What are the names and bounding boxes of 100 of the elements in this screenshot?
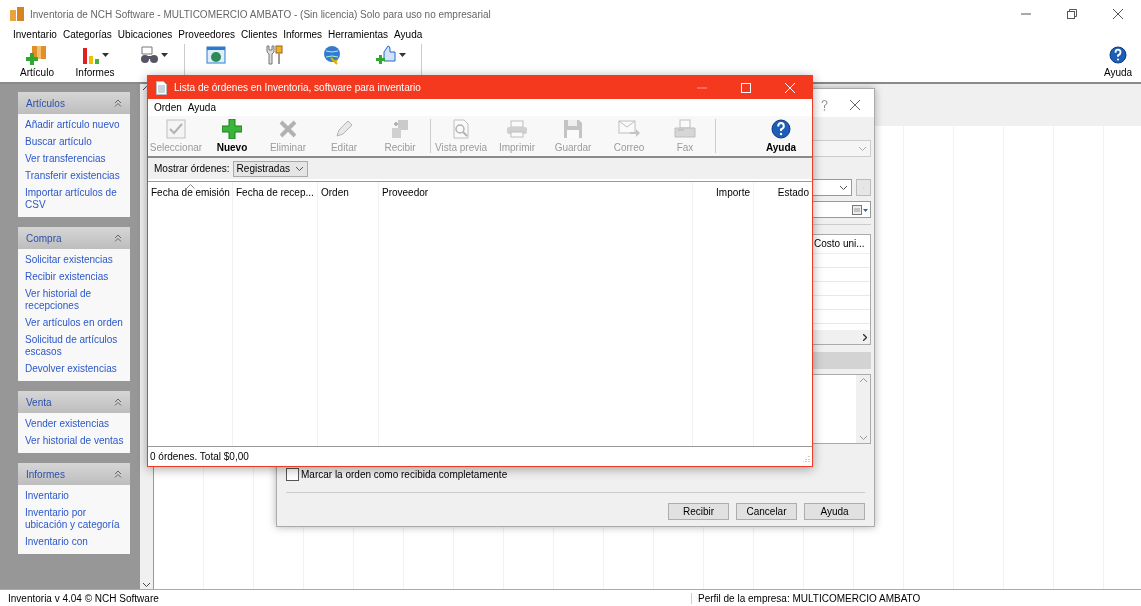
column-header[interactable]: Fecha de recep... <box>233 182 317 202</box>
date-field[interactable] <box>812 201 871 218</box>
boxes-icon <box>10 7 24 21</box>
sidebar-link[interactable]: Transferir existencias <box>25 170 125 182</box>
company-profile: Perfil de la empresa: MULTICOMERCIO AMBATO <box>691 592 921 604</box>
panel-title: Artículos <box>26 97 65 109</box>
filter-label: Mostrar órdenes: <box>154 163 230 174</box>
binoculars-icon <box>138 46 159 64</box>
sidebar-link[interactable]: Inventario por ubicación y categoría <box>25 507 125 531</box>
double-chevron-up-icon <box>114 470 122 478</box>
sidebar-link[interactable]: Ver historial de recepciones <box>25 288 125 312</box>
column-header[interactable]: Orden <box>318 182 378 202</box>
dialog-button[interactable]: Recibir <box>668 503 729 520</box>
dropdown[interactable] <box>812 179 852 196</box>
close-icon <box>785 82 795 93</box>
double-chevron-up-icon <box>114 398 122 406</box>
scroll-right-icon <box>863 333 867 341</box>
chevron-down-icon <box>858 145 867 152</box>
help-button[interactable]: Ayuda <box>1095 42 1141 82</box>
help-icon <box>771 119 791 139</box>
chevron-down-icon <box>839 184 848 191</box>
document-icon <box>156 80 167 95</box>
dropdown[interactable] <box>812 140 871 157</box>
thumbs-up-plus-icon <box>374 45 397 65</box>
menu-item[interactable]: Ayuda <box>391 28 426 42</box>
sidebar-link[interactable]: Solicitar existencias <box>25 254 125 266</box>
box-plus-icon <box>26 45 48 65</box>
sidebar-link[interactable]: Inventario con <box>25 536 125 548</box>
collapse-toggle[interactable] <box>114 470 122 478</box>
toolbar-button[interactable]: Nuevo <box>204 116 260 156</box>
menu-item[interactable]: Clientes <box>238 28 281 42</box>
fax-machine-icon <box>674 119 696 139</box>
sidebar-link[interactable]: Devolver existencias <box>25 363 125 375</box>
window-title: Inventoria de NCH Software - MULTICOMERCIO AMBATO - (Sin licencia) Solo para uso no empresarial <box>30 8 491 20</box>
caret-icon <box>160 53 168 57</box>
toolbar-button[interactable]: Artículo <box>8 42 66 82</box>
checkbox-label: Marcar la orden como recibida completamente <box>301 469 508 480</box>
collapse-toggle[interactable] <box>114 234 122 242</box>
globe-key-icon <box>322 45 342 65</box>
menu-item[interactable]: Orden <box>151 100 185 115</box>
toolbar-button[interactable]: Informes <box>66 42 124 82</box>
chevron-down-icon <box>294 165 304 172</box>
section-bar <box>812 352 871 369</box>
scroll-up-icon <box>143 86 150 90</box>
checkbox-icon <box>166 119 186 139</box>
wrench-icon <box>264 45 284 65</box>
maximize-icon <box>741 82 751 93</box>
sidebar-link[interactable]: Inventario <box>25 490 125 502</box>
double-chevron-up-icon <box>114 234 122 242</box>
sidebar-link[interactable]: Importar artículos de CSV <box>25 187 125 211</box>
calendar-icon <box>852 204 868 215</box>
column-header[interactable]: Importe <box>693 182 753 202</box>
help-icon <box>1109 46 1127 64</box>
dialog-button[interactable]: Cancelar <box>736 503 797 520</box>
sidebar-link[interactable]: Solicitud de artículos escasos <box>25 334 125 358</box>
double-chevron-up-icon <box>114 99 122 107</box>
close-icon <box>850 100 860 110</box>
sidebar-link[interactable]: Vender existencias <box>25 418 125 430</box>
sidebar-link[interactable]: Buscar artículo <box>25 136 125 148</box>
x-icon <box>278 119 298 139</box>
bar-chart-icon <box>81 46 100 64</box>
panel-title: Informes <box>26 468 65 480</box>
menu-item[interactable]: Proveedores <box>175 28 239 42</box>
plus-icon <box>222 119 242 139</box>
dialog-button[interactable]: Ayuda <box>804 503 865 520</box>
collapse-toggle[interactable] <box>114 398 122 406</box>
puzzle-icon <box>390 119 410 139</box>
menu-item[interactable]: Inventario <box>10 28 60 42</box>
menu-item[interactable]: Ubicaciones <box>114 28 176 42</box>
sidebar-link[interactable]: Recibir existencias <box>25 271 125 283</box>
help-button[interactable]: Ayuda <box>752 116 810 156</box>
scroll-down-icon <box>859 436 867 440</box>
globe-window-icon <box>206 46 226 64</box>
panel-title: Venta <box>26 396 52 408</box>
panel-title: Compra <box>26 232 62 244</box>
help-icon <box>821 99 828 111</box>
sidebar-link[interactable]: Ver artículos en orden <box>25 317 125 329</box>
version-text: Inventoria v 4.04 © NCH Software <box>7 592 160 604</box>
notes-field[interactable] <box>812 374 871 444</box>
dialog-title: Lista de órdenes en Inventoria, software para inventario <box>174 82 421 93</box>
sidebar-link[interactable]: Ver historial de ventas <box>25 435 125 447</box>
menu-item[interactable]: Herramientas <box>325 28 392 42</box>
scroll-up-icon <box>859 378 867 382</box>
column-header[interactable]: Proveedor <box>379 182 692 202</box>
filter-dropdown[interactable]: Registradas <box>232 160 308 177</box>
menu-item[interactable]: Ayuda <box>184 100 219 115</box>
close-icon <box>1113 9 1123 19</box>
sidebar-link[interactable]: Añadir artículo nuevo <box>25 119 125 131</box>
checkbox[interactable] <box>286 468 299 481</box>
page-magnifier-icon <box>451 119 471 139</box>
menu-item[interactable]: Categorías <box>59 28 115 42</box>
envelope-arrow-icon <box>618 119 640 139</box>
menu-item[interactable]: Informes <box>280 28 326 42</box>
collapse-toggle[interactable] <box>114 99 122 107</box>
column-header[interactable]: Estado <box>754 182 812 202</box>
restore-icon <box>1067 9 1077 19</box>
column-header[interactable]: Fecha de emisión <box>148 182 232 202</box>
caret-icon <box>398 53 406 57</box>
scroll-down-icon <box>143 583 150 587</box>
sidebar-link[interactable]: Ver transferencias <box>25 153 125 165</box>
